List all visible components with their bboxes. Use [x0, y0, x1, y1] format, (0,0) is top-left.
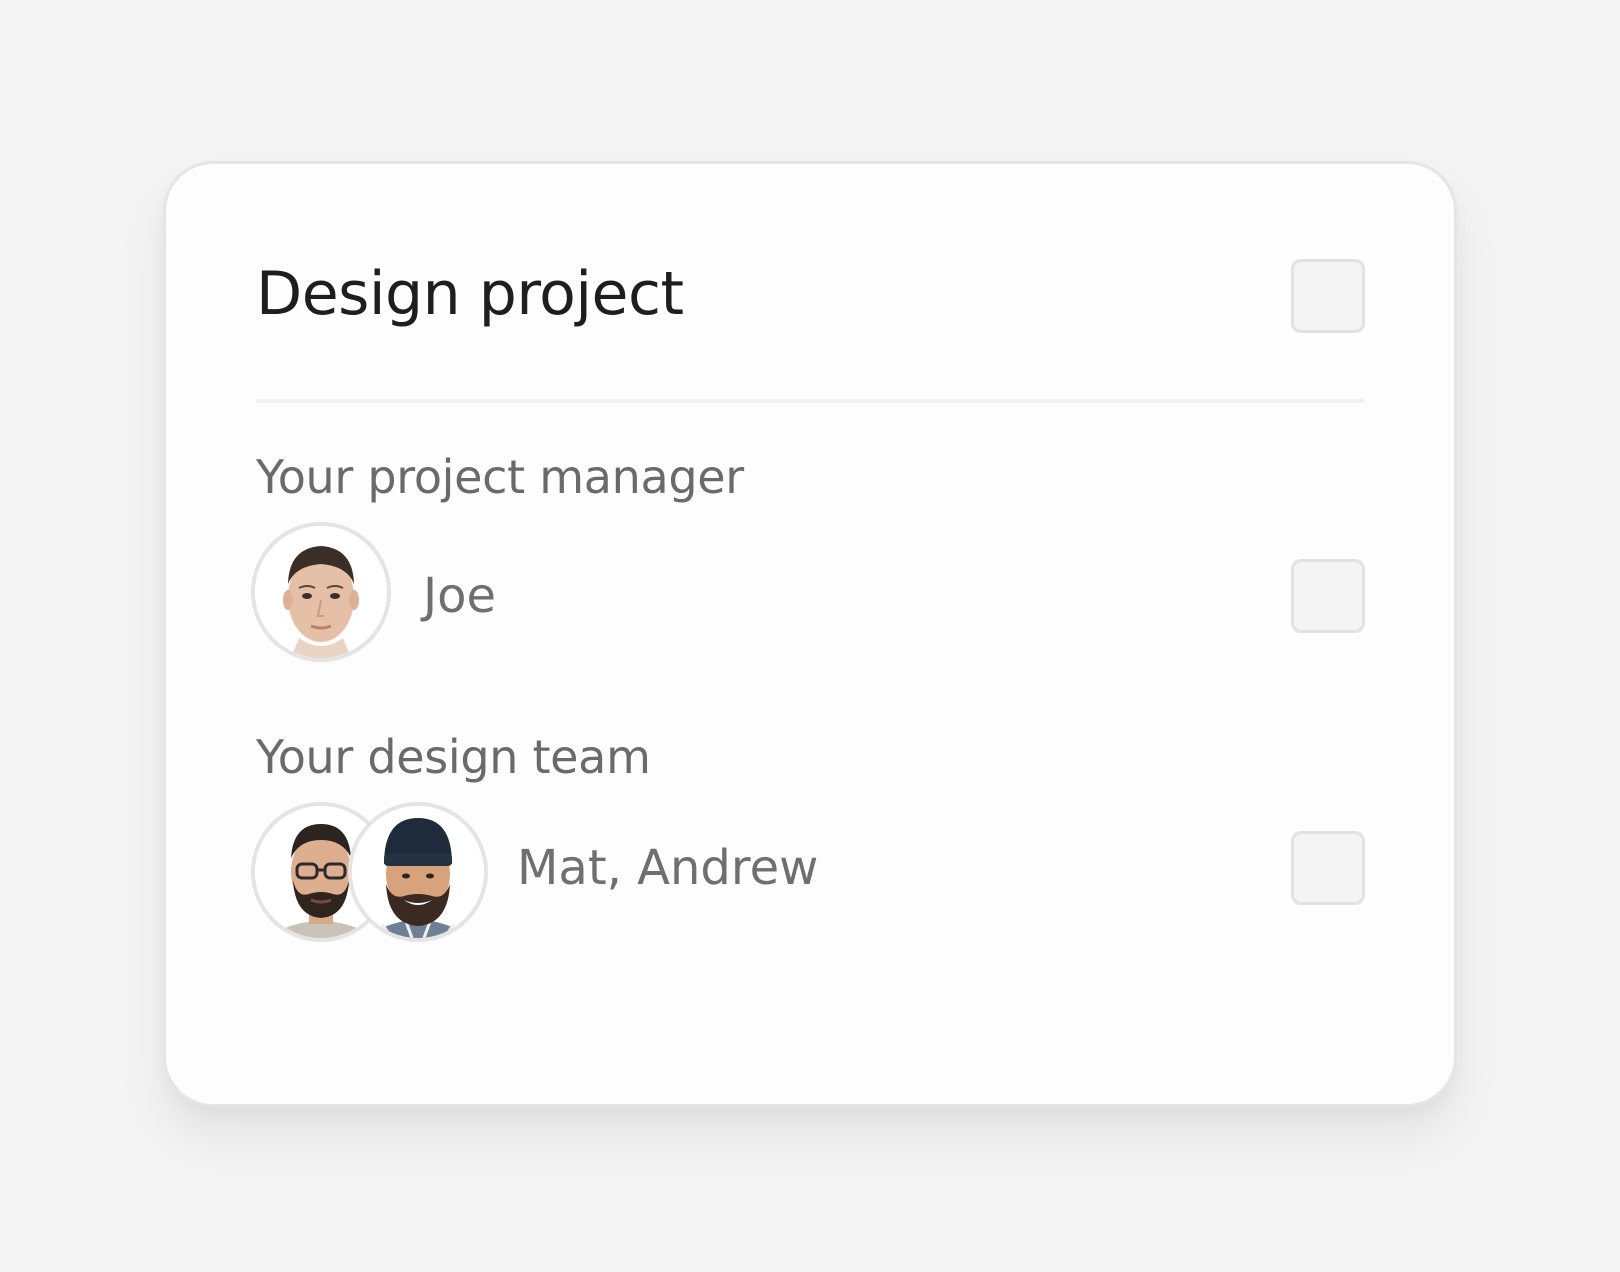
project-manager-checkbox[interactable] — [1291, 559, 1365, 633]
person-photo-icon — [352, 806, 484, 938]
design-team-checkbox[interactable] — [1291, 831, 1365, 905]
title-checkbox[interactable] — [1291, 259, 1365, 333]
project-manager-name: Joe — [423, 568, 497, 624]
person-photo-icon — [255, 526, 387, 658]
design-team-names: Mat, Andrew — [517, 840, 819, 896]
design-team-label: Your design team — [256, 730, 651, 784]
joe-avatar — [251, 522, 391, 662]
andrew-avatar — [348, 802, 488, 942]
project-card: Design project Your project manager Joe — [163, 161, 1457, 1107]
card-title: Design project — [256, 259, 684, 329]
divider — [256, 399, 1364, 403]
project-manager-label: Your project manager — [256, 450, 744, 504]
